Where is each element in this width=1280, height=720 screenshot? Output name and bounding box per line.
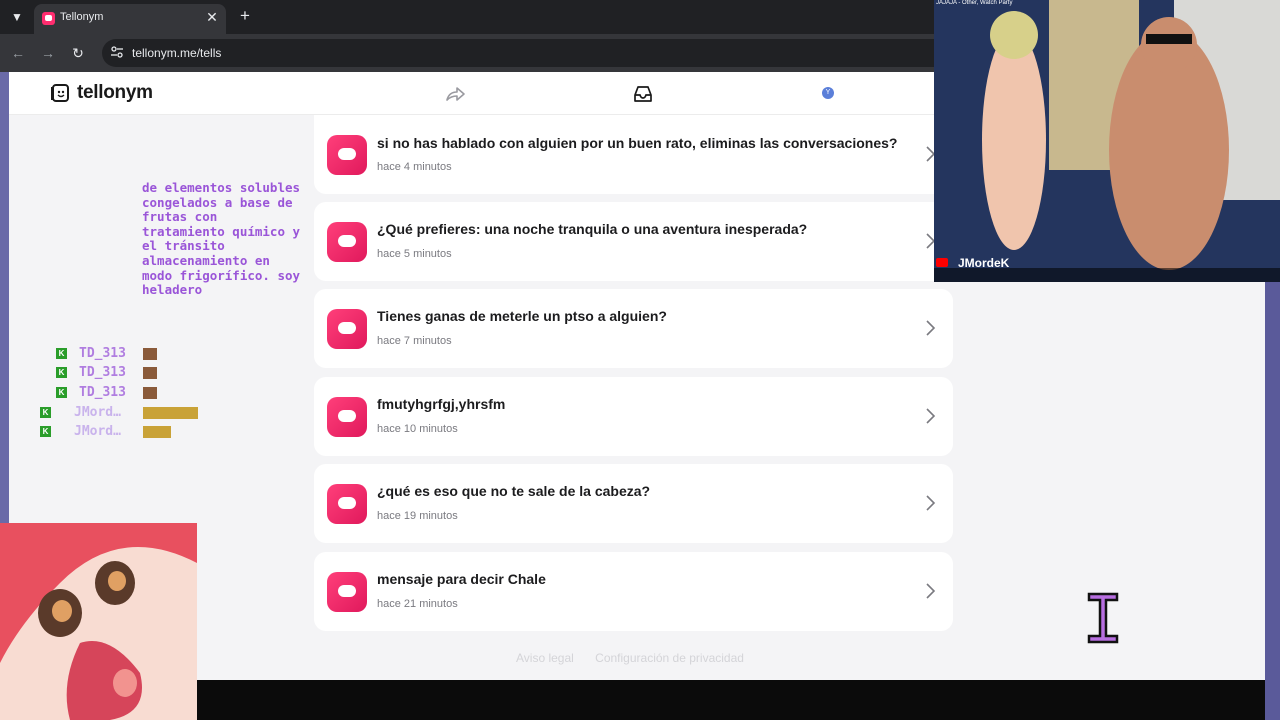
site-settings-icon[interactable] [110, 45, 124, 59]
chat-badge: K [56, 348, 67, 359]
tell-time: hace 19 minutos [377, 510, 458, 522]
reload-icon[interactable]: ↻ [68, 43, 88, 63]
chat-emote-icon [143, 426, 171, 438]
forward-arrow-icon[interactable]: → [38, 43, 58, 63]
watch-party-title: JAJAJA - Other, Watch Party [936, 0, 1013, 6]
anime-avatar-overlay [0, 523, 197, 720]
tell-time: hace 21 minutos [377, 598, 458, 610]
tell-time: hace 4 minutos [377, 161, 452, 173]
inbox-icon[interactable] [632, 83, 654, 105]
tell-time: hace 5 minutos [377, 248, 452, 260]
chat-username: TD_313 [79, 346, 126, 361]
chat-username: TD_313 [79, 365, 126, 380]
tell-card[interactable]: Tienes ganas de meterle un ptso a alguie… [314, 289, 953, 368]
chat-bubble-icon [327, 397, 367, 437]
tell-text: ¿qué es eso que no te sale de la cabeza? [377, 483, 651, 499]
brand-name[interactable]: tellonym [77, 82, 153, 104]
tab-title: Tellonym [60, 11, 104, 23]
privacy-settings-link[interactable]: Configuración de privacidad [595, 651, 744, 665]
chat-emote-icon [143, 387, 157, 399]
text-cursor-icon [1087, 592, 1119, 644]
tell-time: hace 7 minutos [377, 335, 452, 347]
chevron-right-icon [926, 320, 936, 336]
background-strip [1265, 282, 1280, 720]
chevron-right-icon [926, 408, 936, 424]
chat-bubble-icon [327, 572, 367, 612]
tell-card[interactable]: mensaje para decir Chale hace 21 minutos [314, 552, 953, 631]
back-arrow-icon[interactable]: ← [8, 43, 28, 63]
share-arrow-icon[interactable] [444, 83, 466, 105]
legal-link[interactable]: Aviso legal [516, 651, 574, 665]
webcam-scene [934, 0, 1280, 282]
chat-message: de elementos solubles congelados a base … [142, 180, 301, 298]
tellonym-favicon-icon [42, 12, 55, 25]
anime-avatar-image [0, 523, 197, 720]
profile-avatar[interactable]: Y [822, 87, 834, 99]
new-tab-button[interactable]: + [236, 6, 254, 26]
tell-card[interactable]: fmutyhgrfgj,yhrsfm hace 10 minutos [314, 377, 953, 456]
browser-tab[interactable]: Tellonym ✕ [34, 4, 226, 34]
video-progress-bar [934, 268, 1280, 282]
chat-badge: K [56, 387, 67, 398]
stream-chat-overlay: de elementos solubles congelados a base … [9, 115, 309, 525]
tell-card[interactable]: ¿qué es eso que no te sale de la cabeza?… [314, 464, 953, 543]
url-text: tellonym.me/tells [132, 46, 222, 60]
chat-bubble-icon [327, 309, 367, 349]
chat-bubble-icon [327, 135, 367, 175]
webcam-overlay: JAJAJA - Other, Watch Party JMordeK [934, 0, 1280, 282]
chat-username: TD_313 [79, 385, 126, 400]
chat-bubble-icon [327, 222, 367, 262]
chat-emote-icon [143, 407, 198, 419]
chat-bubble-icon [327, 484, 367, 524]
tell-text: mensaje para decir Chale [377, 571, 546, 587]
chevron-right-icon [926, 495, 936, 511]
tab-search-chevron-icon[interactable]: ▼ [6, 6, 28, 28]
footer-links: Aviso legal Configuración de privacidad [516, 651, 762, 665]
tell-text: fmutyhgrfgj,yhrsfm [377, 396, 506, 412]
tell-text: si no has hablado con alguien por un bue… [377, 135, 898, 151]
bottom-black-bar [197, 680, 1265, 720]
tell-card[interactable]: ¿Qué prefieres: una noche tranquila o un… [314, 202, 953, 281]
chevron-right-icon [926, 583, 936, 599]
chat-badge: K [40, 426, 51, 437]
chat-username: JMord… [74, 424, 121, 439]
chat-badge: K [56, 367, 67, 378]
tell-text: Tienes ganas de meterle un ptso a alguie… [377, 308, 667, 324]
youtube-icon [936, 258, 948, 267]
tell-time: hace 10 minutos [377, 423, 458, 435]
chat-username: JMord… [74, 405, 121, 420]
chat-emote-icon [143, 348, 157, 360]
channel-name: JMordeK [958, 256, 1010, 270]
tellonym-logo-icon[interactable] [50, 83, 70, 103]
chat-badge: K [40, 407, 51, 418]
tell-text: ¿Qué prefieres: una noche tranquila o un… [377, 221, 808, 237]
tab-close-icon[interactable]: ✕ [204, 9, 220, 25]
tell-card[interactable]: si no has hablado con alguien por un bue… [314, 115, 953, 194]
chat-emote-icon [143, 367, 157, 379]
